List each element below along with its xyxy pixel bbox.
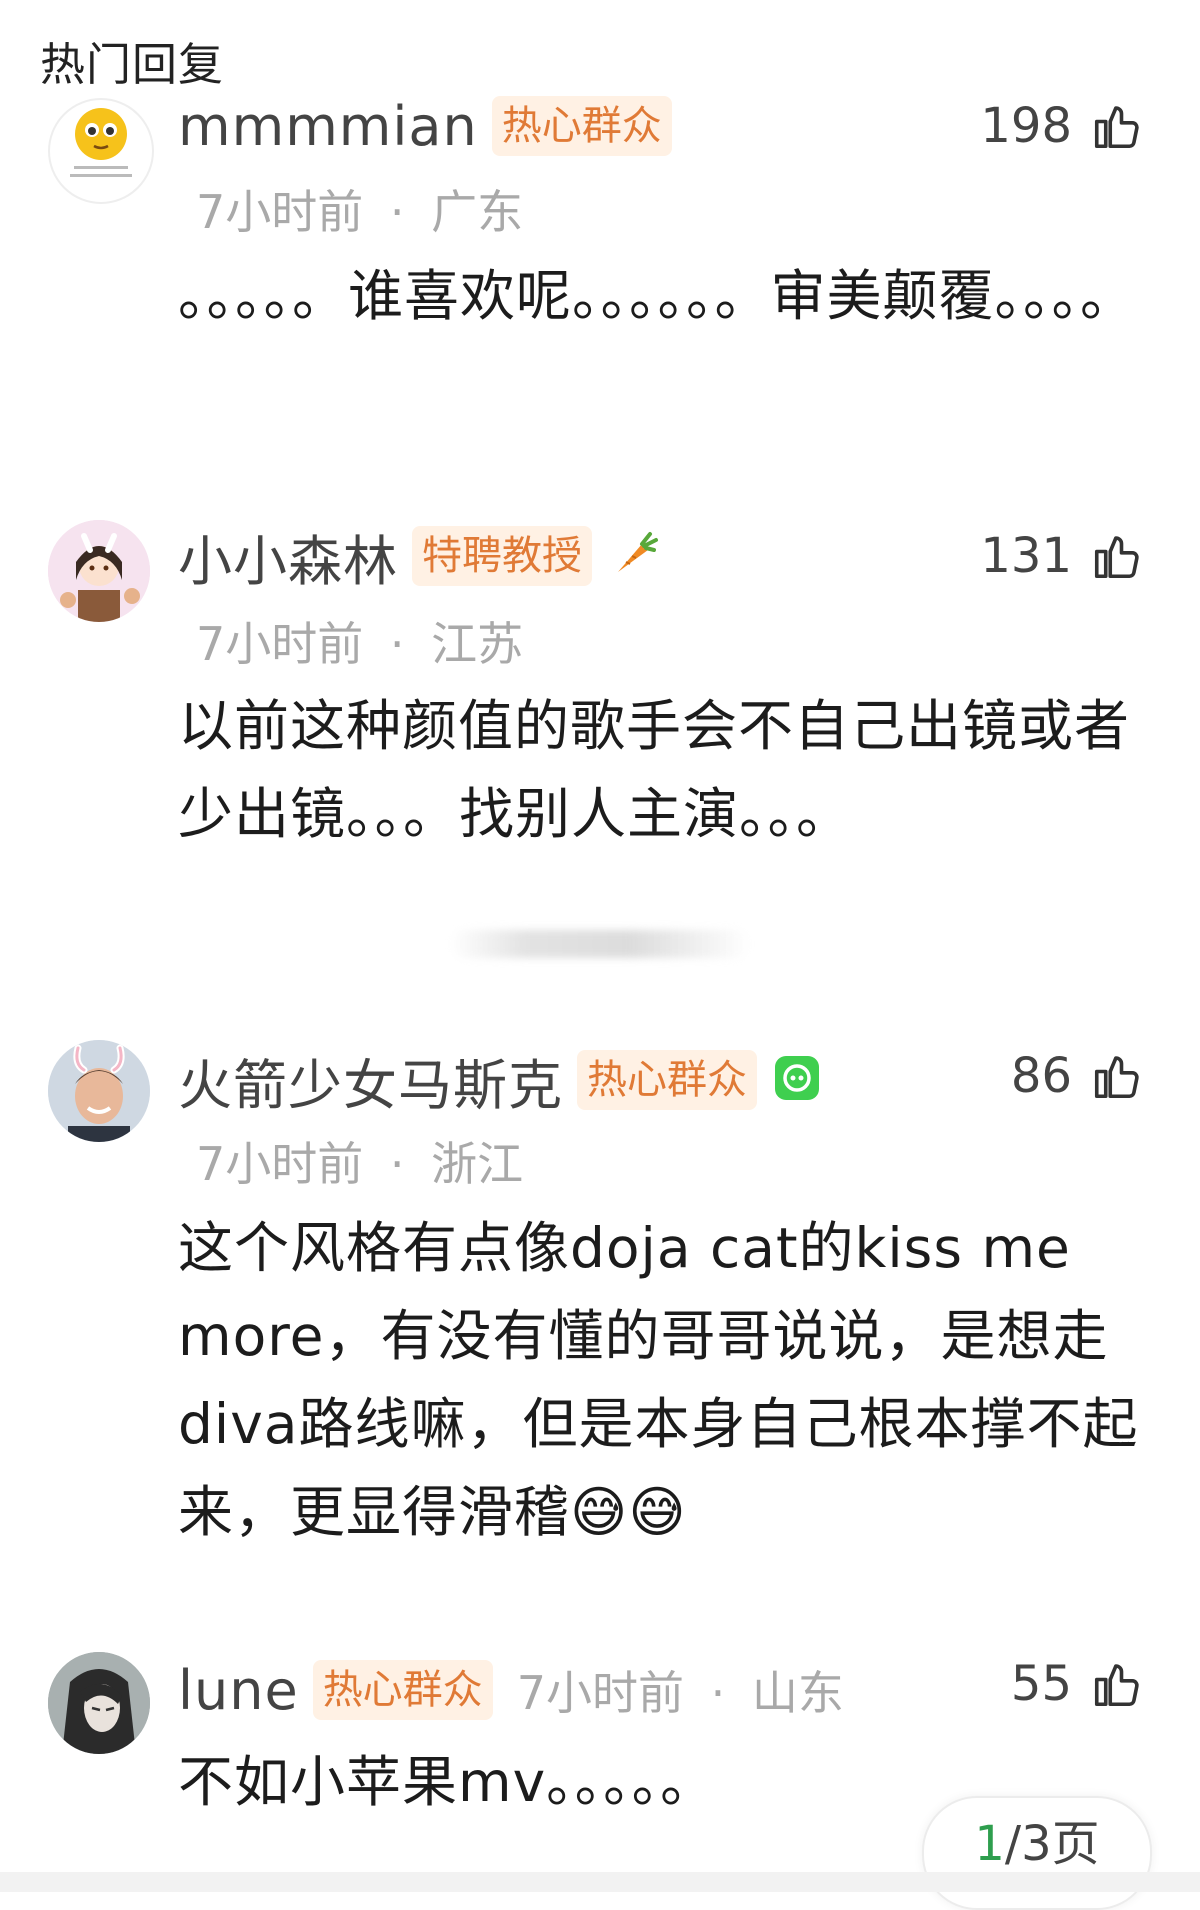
comment-time: 7小时前 <box>196 185 364 239</box>
person-avatar-icon <box>48 1040 150 1142</box>
user-badge: 热心群众 <box>312 1660 493 1720</box>
avatar[interactable] <box>48 1040 150 1142</box>
comment-location: 浙江 <box>431 1137 524 1191</box>
section-header: 热门回复 <box>40 38 225 91</box>
comment-location: 广东 <box>431 185 524 239</box>
user-row: 小小森林 特聘教授 <box>178 520 660 593</box>
avatar[interactable] <box>48 520 150 622</box>
comment-meta: 7小时前 · 江苏 <box>196 608 523 674</box>
like-button[interactable]: 198 <box>980 90 1144 162</box>
thumbs-up-icon <box>1094 536 1139 579</box>
meta-separator: · <box>710 1666 726 1720</box>
thumbs-up-icon <box>1094 1056 1139 1099</box>
meta-separator: · <box>389 617 405 671</box>
meta-separator: · <box>389 185 405 239</box>
current-page: 1 <box>974 1816 1005 1872</box>
username[interactable]: 火箭少女马斯克 <box>178 1041 563 1120</box>
user-row: 火箭少女马斯克 热心群众 <box>178 1044 821 1117</box>
comment-text: 。。。。。谁喜欢呢。。。。。。审美颠覆。。。。 <box>178 264 1137 328</box>
avatar[interactable] <box>48 1652 150 1754</box>
page-total: /3页 <box>1004 1816 1100 1872</box>
green-app-icon <box>773 1054 821 1106</box>
username[interactable]: mmmmian <box>178 95 478 158</box>
anime-avatar-icon <box>48 520 150 622</box>
username[interactable]: lune <box>178 1659 299 1722</box>
user-badge: 热心群众 <box>577 1050 757 1110</box>
like-count: 86 <box>1010 1048 1072 1104</box>
blurred-overlay <box>450 930 750 958</box>
user-row: mmmmian 热心群众 <box>178 90 672 162</box>
carrot-icon <box>608 528 660 584</box>
comment-meta: 7小时前 · 广东 <box>196 176 523 242</box>
comment-text: 以前这种颜值的歌手会不自己出镜或者少出镜。。。找别人主演。。。 <box>178 694 1131 846</box>
like-count: 131 <box>980 528 1072 584</box>
comment-location: 山东 <box>751 1666 844 1720</box>
bottom-bar <box>0 1872 1200 1892</box>
comment-text: 这个风格有点像doja cat的kiss me more，有没有懂的哥哥说说，是… <box>178 1216 1139 1544</box>
comment-meta: 7小时前 · 浙江 <box>196 1128 523 1194</box>
avatar[interactable] <box>48 98 154 204</box>
user-badge: 热心群众 <box>491 96 672 156</box>
anime-avatar-icon <box>48 1652 150 1754</box>
like-button[interactable]: 131 <box>980 520 1144 592</box>
username[interactable]: 小小森林 <box>178 517 398 596</box>
thumbs-up-icon <box>1094 106 1139 149</box>
page-indicator[interactable]: 1/3页 <box>922 1796 1152 1910</box>
emoji-avatar-icon <box>70 108 132 177</box>
comment-time: 7小时前 <box>196 617 364 671</box>
like-count: 198 <box>980 98 1072 154</box>
like-count: 55 <box>1010 1656 1072 1712</box>
comment-meta: 7小时前 · 山东 <box>517 1657 844 1723</box>
comment-time: 7小时前 <box>516 1666 684 1720</box>
user-row: lune 热心群众 7小时前 · 山东 <box>178 1654 844 1726</box>
meta-separator: · <box>389 1137 405 1191</box>
user-badge: 特聘教授 <box>412 526 592 586</box>
comment-location: 江苏 <box>431 617 524 671</box>
thumbs-up-icon <box>1094 1664 1139 1707</box>
like-button[interactable]: 55 <box>1011 1648 1144 1720</box>
comment-time: 7小时前 <box>196 1137 364 1191</box>
like-button[interactable]: 86 <box>1011 1040 1144 1112</box>
